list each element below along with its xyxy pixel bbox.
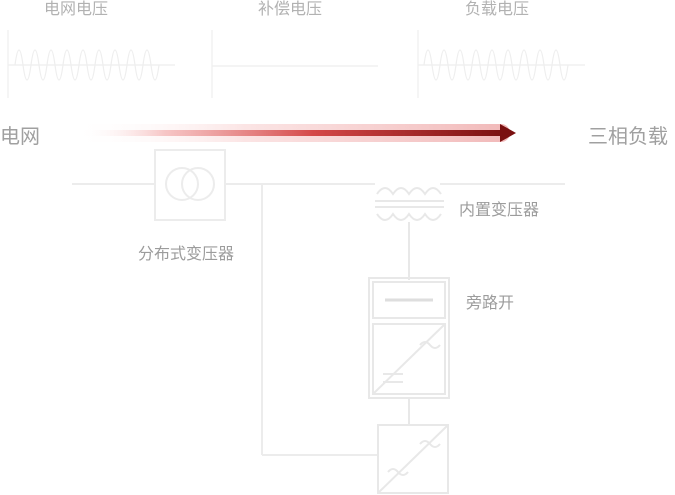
grid-voltage-label: 电网电压 <box>44 0 109 18</box>
grid-voltage-waveform <box>7 30 175 98</box>
builtin-transformer-label: 内置变压器 <box>459 200 540 219</box>
power-compensation-diagram: 电网电压 补偿电压 负载电压 电网 三相负载 分布式变压器 内置变压器 旁路开 <box>0 0 675 495</box>
load-voltage-waveform <box>417 30 585 98</box>
converter-module-lower <box>377 424 449 494</box>
converter-module-upper <box>372 323 446 425</box>
bypass-switch-label: 旁路开 <box>466 293 515 312</box>
branch-line <box>261 184 378 456</box>
bypass-switch-symbol <box>368 277 450 399</box>
diagram-canvas <box>7 30 585 494</box>
distributed-transformer-label: 分布式变压器 <box>138 244 235 263</box>
load-voltage-label: 负载电压 <box>465 0 530 18</box>
target-load-label: 三相负载 <box>588 124 668 148</box>
power-flow-arrow <box>70 124 516 142</box>
source-grid-label: 电网 <box>0 124 40 148</box>
compensation-voltage-label: 补偿电压 <box>258 0 323 18</box>
builtin-transformer-symbol <box>375 187 444 280</box>
distributed-transformer-symbol <box>154 149 226 221</box>
compensation-voltage-waveform <box>211 30 378 98</box>
